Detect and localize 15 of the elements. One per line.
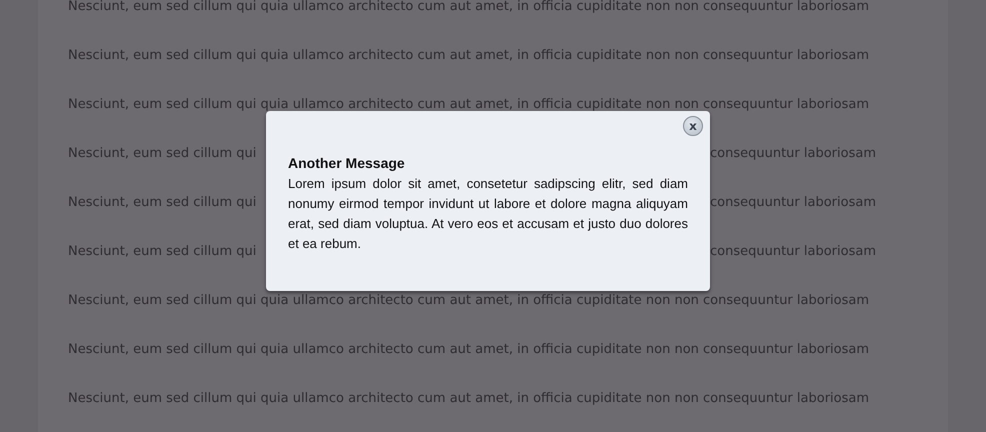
- dialog-title: Another Message: [288, 155, 406, 171]
- background-text: consequuntur laboriosam: [710, 146, 876, 161]
- background-text: Nesciunt, eum sed cillum qui quia ullamco architecto cum aut amet, in officia cupiditate non non consequuntur laboriosam: [68, 48, 870, 63]
- background-text: consequuntur laboriosam: [710, 244, 876, 259]
- background-text: Nesciunt, eum sed cillum qui: [68, 146, 256, 161]
- background-text: Nesciunt, eum sed cillum qui quia ullamco architecto cum aut amet, in officia cupiditate non non consequuntur laboriosam: [68, 342, 870, 357]
- background-text: Nesciunt, eum sed cillum qui quia ullamco architecto cum aut amet, in officia cupiditate non non consequuntur laboriosam: [68, 391, 870, 406]
- background-text: Nesciunt, eum sed cillum qui: [68, 195, 256, 210]
- background-text: Nesciunt, eum sed cillum qui quia ullamco architecto cum aut amet, in officia cupiditate non non consequuntur laboriosam: [68, 97, 870, 112]
- background-text: consequuntur laboriosam: [710, 195, 876, 210]
- background-text: Nesciunt, eum sed cillum qui quia ullamco architecto cum aut amet, in officia cupiditate non non consequuntur laboriosam: [68, 0, 870, 14]
- close-button[interactable]: x: [683, 116, 703, 136]
- dialog-message: Lorem ipsum dolor sit amet, consetetur sadipscing elitr, sed diam nonumy eirmod tempor invidunt ut labore et dolore magna aliquyam erat, sed diam voluptua. At vero eos et accusam et justo duo dolores et ea rebum.: [288, 175, 688, 253]
- background-text: Nesciunt, eum sed cillum qui: [68, 244, 256, 259]
- background-text: Nesciunt, eum sed cillum qui quia ullamco architecto cum aut amet, in officia cupiditate non non consequuntur laboriosam: [68, 293, 870, 308]
